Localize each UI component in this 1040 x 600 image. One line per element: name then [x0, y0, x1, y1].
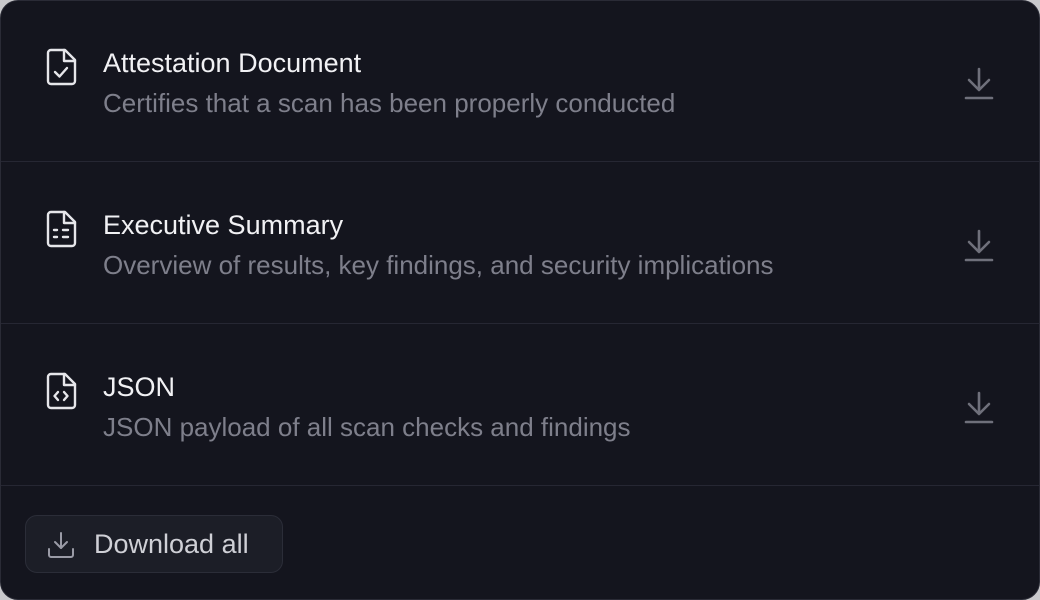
download-icon: [48, 532, 74, 558]
reports-panel: Attestation Document Certifies that a sc…: [0, 0, 1040, 600]
report-title: JSON: [103, 372, 176, 402]
report-title: Attestation Document: [103, 48, 362, 78]
file-text-icon: [46, 210, 77, 248]
report-row-json: JSON JSON payload of all scan checks and…: [1, 325, 1039, 486]
report-row-attestation: Attestation Document Certifies that a sc…: [1, 1, 1039, 162]
report-description: Certifies that a scan has been properly …: [103, 88, 676, 118]
download-all-label: Download all: [94, 529, 249, 559]
download-icon[interactable]: [959, 387, 999, 427]
file-code-icon: [46, 372, 77, 410]
report-title: Executive Summary: [103, 210, 344, 240]
report-description: JSON payload of all scan checks and find…: [103, 412, 631, 442]
report-description: Overview of results, key findings, and s…: [103, 250, 774, 280]
file-check-icon: [46, 48, 77, 86]
download-icon[interactable]: [959, 63, 999, 103]
report-row-executive-summary: Executive Summary Overview of results, k…: [1, 163, 1039, 324]
download-all-button[interactable]: Download all: [25, 515, 283, 573]
download-icon[interactable]: [959, 225, 999, 265]
